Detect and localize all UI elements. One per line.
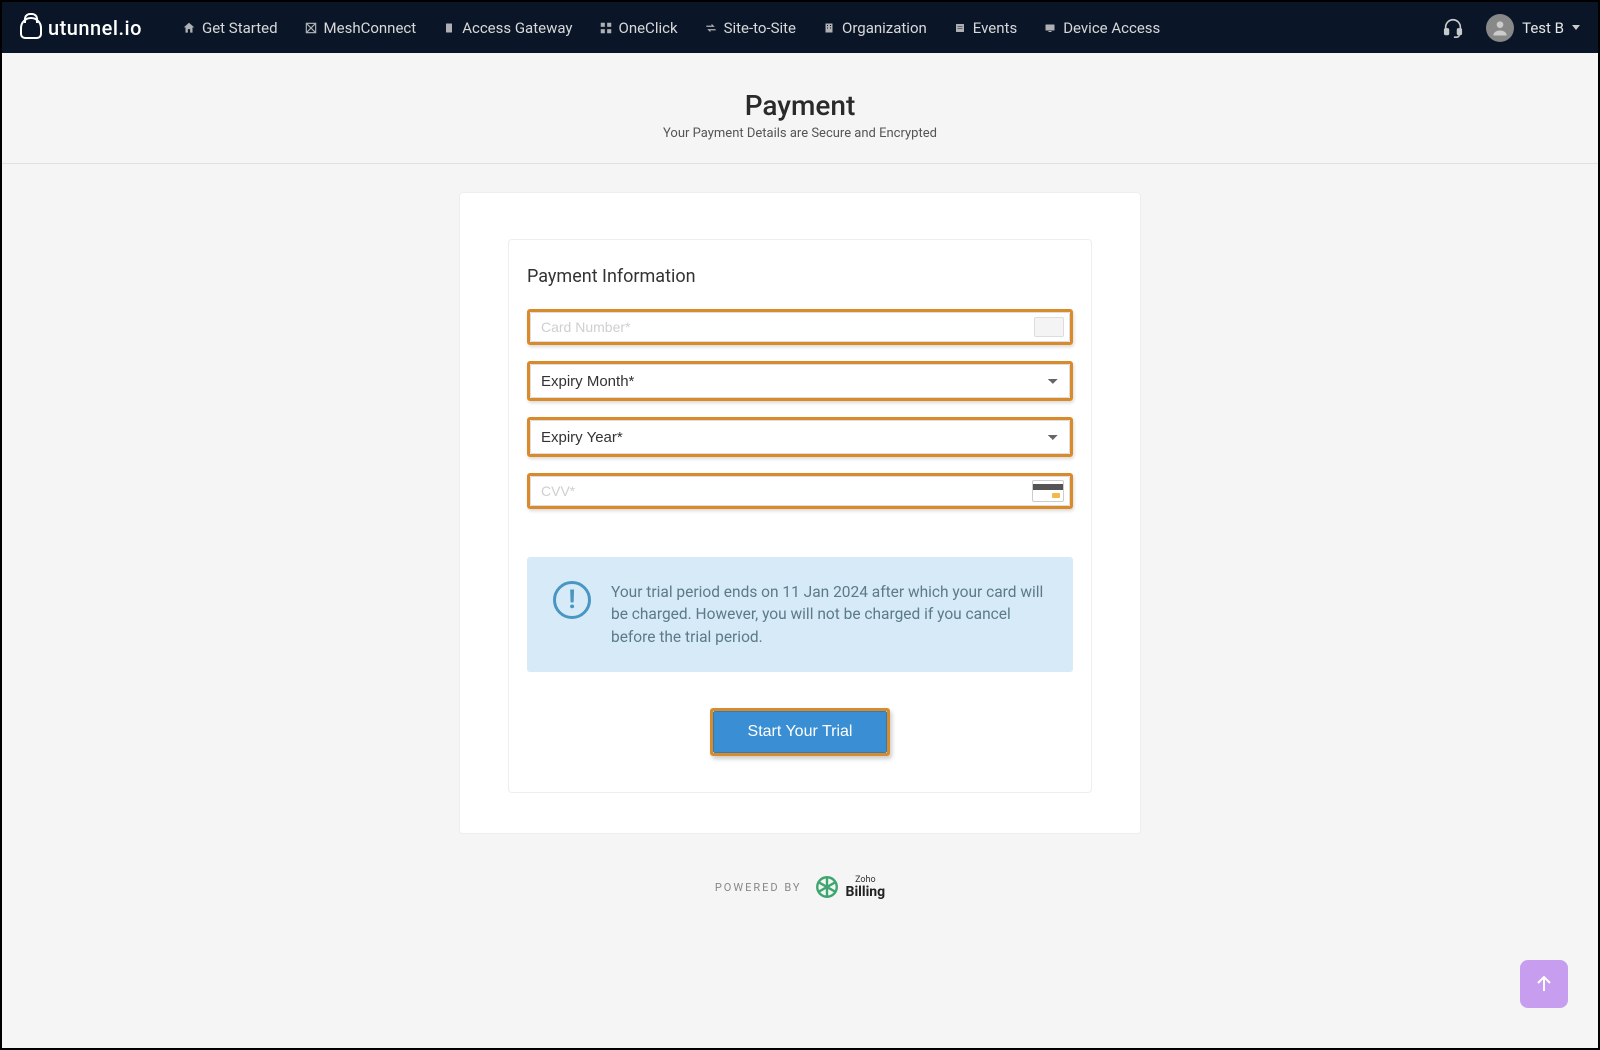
nav-label: Access Gateway	[462, 19, 572, 37]
powered-by-label: POWERED BY	[715, 881, 802, 894]
payment-form: Payment Information Expiry Month* Expiry…	[508, 239, 1092, 793]
payment-card: Payment Information Expiry Month* Expiry…	[459, 192, 1141, 834]
list-icon	[953, 21, 967, 35]
zoho-text: Zoho Billing	[846, 876, 886, 899]
card-brand-icon	[1034, 317, 1064, 337]
nav-label: OneClick	[619, 19, 678, 37]
trial-notice: ! Your trial period ends on 11 Jan 2024 …	[527, 557, 1073, 672]
cta-wrap: Start Your Trial	[527, 708, 1073, 756]
powered-by: POWERED BY Zoho Billing	[2, 874, 1598, 900]
arrows-icon	[704, 21, 718, 35]
start-trial-button[interactable]: Start Your Trial	[713, 711, 888, 753]
notice-text: Your trial period ends on 11 Jan 2024 af…	[611, 581, 1047, 648]
expiry-year-select[interactable]: Expiry Year*	[530, 420, 1070, 454]
nav-organization[interactable]: Organization	[822, 19, 927, 37]
nav-right: Test B	[1442, 14, 1580, 42]
page-header: Payment Your Payment Details are Secure …	[2, 53, 1598, 164]
building-icon	[822, 21, 836, 35]
zoho-billing-logo[interactable]: Zoho Billing	[814, 874, 886, 900]
zoho-mark-icon	[814, 874, 840, 900]
lock-icon	[20, 17, 42, 39]
info-icon: !	[553, 581, 591, 619]
support-icon[interactable]	[1442, 17, 1464, 39]
expiry-year-highlight: Expiry Year*	[527, 417, 1073, 457]
nav-events[interactable]: Events	[953, 19, 1017, 37]
page-title: Payment	[2, 89, 1598, 122]
zoho-big: Billing	[846, 885, 886, 899]
brand-name: utunnel.io	[48, 16, 142, 40]
monitor-icon	[1043, 21, 1057, 35]
nav-items: Get Started MeshConnect Access Gateway O…	[182, 19, 1442, 37]
card-number-highlight	[527, 309, 1073, 345]
nav-label: Device Access	[1063, 19, 1160, 37]
nav-label: Events	[973, 19, 1017, 37]
user-menu[interactable]: Test B	[1486, 14, 1580, 42]
grid-icon	[599, 21, 613, 35]
nav-access-gateway[interactable]: Access Gateway	[442, 19, 572, 37]
chevron-down-icon	[1572, 25, 1580, 30]
cvv-input[interactable]	[530, 476, 1070, 506]
card-number-input[interactable]	[530, 312, 1070, 342]
page-subtitle: Your Payment Details are Secure and Encr…	[2, 126, 1598, 141]
server-icon	[442, 21, 456, 35]
expiry-month-highlight: Expiry Month*	[527, 361, 1073, 401]
nav-label: Get Started	[202, 19, 278, 37]
user-name: Test B	[1522, 19, 1564, 37]
nav-label: MeshConnect	[324, 19, 417, 37]
mesh-icon	[304, 21, 318, 35]
home-icon	[182, 21, 196, 35]
scroll-top-button[interactable]	[1520, 960, 1568, 1008]
nav-get-started[interactable]: Get Started	[182, 19, 278, 37]
nav-device-access[interactable]: Device Access	[1043, 19, 1160, 37]
arrow-up-icon	[1532, 972, 1556, 996]
nav-label: Site-to-Site	[724, 19, 796, 37]
nav-meshconnect[interactable]: MeshConnect	[304, 19, 417, 37]
cvv-card-icon	[1032, 480, 1064, 502]
nav-label: Organization	[842, 19, 927, 37]
nav-site-to-site[interactable]: Site-to-Site	[704, 19, 796, 37]
top-navbar: utunnel.io Get Started MeshConnect Acces…	[2, 2, 1598, 53]
cta-highlight: Start Your Trial	[710, 708, 891, 756]
form-heading: Payment Information	[527, 266, 1073, 287]
brand-logo[interactable]: utunnel.io	[20, 16, 142, 40]
avatar	[1486, 14, 1514, 42]
nav-oneclick[interactable]: OneClick	[599, 19, 678, 37]
cvv-highlight	[527, 473, 1073, 509]
expiry-month-select[interactable]: Expiry Month*	[530, 364, 1070, 398]
